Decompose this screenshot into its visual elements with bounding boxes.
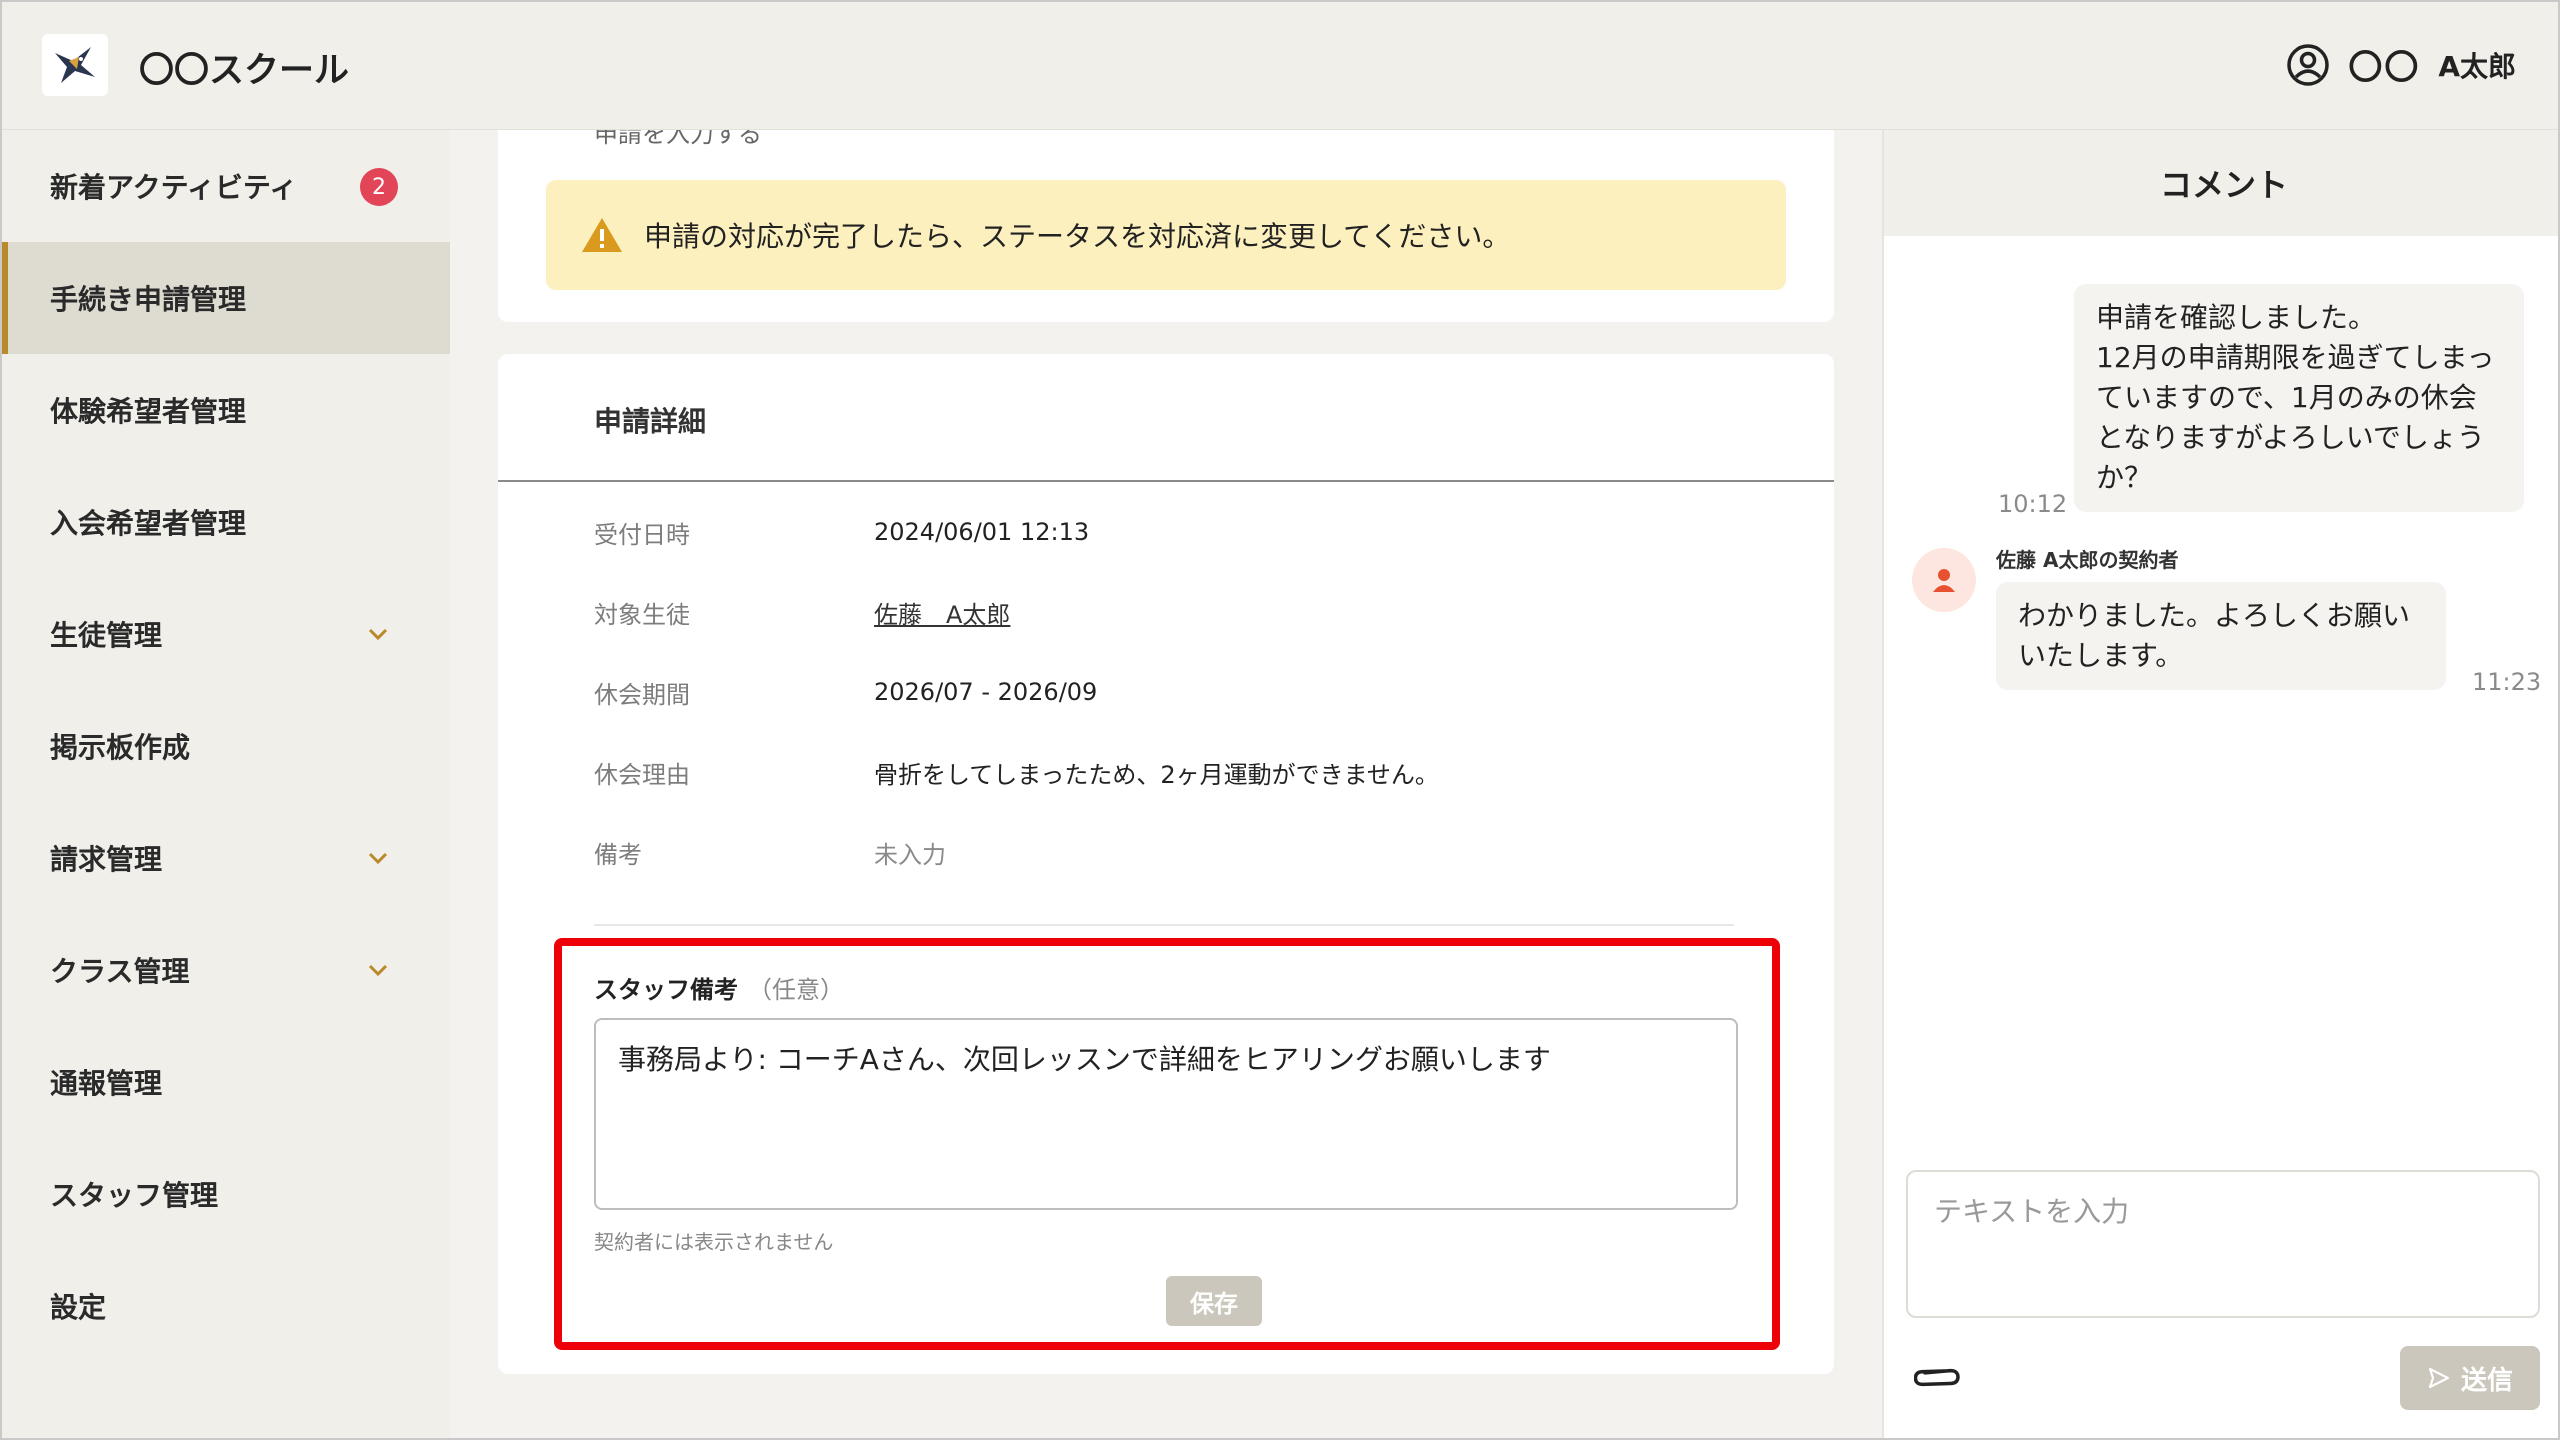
detail-label: 備考: [594, 840, 642, 869]
sidebar-item-staff[interactable]: スタッフ管理: [2, 1138, 450, 1250]
app-window: 〇〇スクール 〇〇 A太郎 新着アクティビティ 2 手続き申請管理 体験希望者管…: [0, 0, 2560, 1440]
sidebar-item-label: 通報管理: [50, 1067, 163, 1100]
sidebar-item-label: 体験希望者管理: [50, 395, 247, 428]
chevron-down-icon: [368, 628, 388, 641]
sidebar-item-label: 手続き申請管理: [50, 283, 247, 316]
message-bubble-own: 申請を確認しました。 12月の申請期限を過ぎてしまっていますので、1月のみの休会…: [2074, 284, 2524, 512]
detail-row: 備考 未入力: [594, 832, 1794, 872]
application-detail-card: 申請詳細 受付日時 2024/06/01 12:13 対象生徒 佐藤 A太郎 休…: [498, 354, 1834, 1374]
detail-value: 骨折をしてしまったため、2ヶ月運動ができません。: [874, 760, 1439, 789]
detail-row: 受付日時 2024/06/01 12:13: [594, 512, 1794, 552]
sidebar-item-board[interactable]: 掲示板作成: [2, 690, 450, 802]
detail-label: 受付日時: [594, 520, 690, 549]
comment-title: コメント: [1884, 130, 2558, 236]
sidebar-item-label: 設定: [50, 1291, 107, 1324]
comment-panel: コメント 申請を確認しました。 12月の申請期限を過ぎてしまっていますので、1月…: [1882, 130, 2558, 1438]
user-org: 〇〇: [2348, 48, 2421, 88]
sidebar-item-settings[interactable]: 設定: [2, 1250, 450, 1362]
warning-text: 申請の対応が完了したら、ステータスを対応済に変更してください。: [644, 220, 1511, 253]
sidebar-item-students[interactable]: 生徒管理: [2, 578, 450, 690]
sidebar-item-enrollment[interactable]: 入会希望者管理: [2, 466, 450, 578]
message-sender: 佐藤 A太郎の契約者: [1996, 548, 2179, 572]
detail-value: 2026/07 - 2026/09: [874, 678, 1098, 706]
sidebar-item-label: スタッフ管理: [50, 1179, 219, 1212]
detail-label: 休会期間: [594, 680, 690, 709]
avatar: [1912, 548, 1976, 612]
sidebar: 新着アクティビティ 2 手続き申請管理 体験希望者管理 入会希望者管理 生徒管理…: [2, 130, 450, 1438]
sidebar-item-classes[interactable]: クラス管理: [2, 914, 450, 1026]
sidebar-item-trial[interactable]: 体験希望者管理: [2, 354, 450, 466]
partial-heading: 申請を入力する: [594, 130, 762, 148]
divider: [594, 924, 1734, 926]
sidebar-item-label: 入会希望者管理: [50, 507, 247, 540]
send-icon: [2428, 1367, 2450, 1389]
sidebar-item-label: 掲示板作成: [50, 731, 191, 764]
notification-badge: 2: [360, 168, 398, 206]
highlight-box: [554, 938, 1780, 1350]
divider: [498, 480, 1834, 482]
sidebar-item-reports[interactable]: 通報管理: [2, 1026, 450, 1138]
warning-icon: [582, 218, 622, 252]
sidebar-item-label: 請求管理: [50, 843, 163, 876]
sidebar-item-label: クラス管理: [50, 955, 190, 988]
sidebar-item-activity[interactable]: 新着アクティビティ 2: [2, 130, 450, 242]
user-menu[interactable]: 〇〇 A太郎: [2286, 40, 2516, 89]
sidebar-item-label: 生徒管理: [50, 619, 163, 652]
detail-row: 対象生徒 佐藤 A太郎: [594, 592, 1794, 632]
top-header: 〇〇スクール 〇〇 A太郎: [2, 2, 2558, 130]
detail-value: 2024/06/01 12:13: [874, 518, 1090, 546]
detail-value: 未入力: [874, 840, 946, 869]
paperclip-icon[interactable]: [1914, 1352, 1962, 1400]
message-time: 10:12: [1998, 490, 2068, 518]
account-icon: [2287, 43, 2330, 86]
sidebar-item-billing[interactable]: 請求管理: [2, 802, 450, 914]
sidebar-item-label: 新着アクティビティ: [50, 171, 298, 204]
detail-row: 休会期間 2026/07 - 2026/09: [594, 672, 1794, 712]
app-title: 〇〇スクール: [139, 51, 350, 91]
warning-banner: 申請の対応が完了したら、ステータスを対応済に変更してください。: [546, 180, 1786, 290]
student-link[interactable]: 佐藤 A太郎: [874, 595, 1010, 630]
chevron-down-icon: [368, 964, 388, 977]
message-bubble-other: わかりました。よろしくお願いいたします。: [1996, 582, 2446, 690]
sidebar-item-applications[interactable]: 手続き申請管理: [2, 242, 450, 354]
send-label: 送信: [2460, 1364, 2513, 1395]
user-name: A太郎: [2438, 49, 2516, 83]
send-button[interactable]: 送信: [2400, 1346, 2540, 1410]
detail-label: 休会理由: [594, 760, 690, 789]
message-time: 11:23: [2472, 668, 2542, 696]
person-icon: [1933, 569, 1955, 592]
chevron-down-icon: [368, 852, 388, 865]
school-logo[interactable]: [42, 34, 108, 96]
detail-label: 対象生徒: [594, 600, 690, 629]
status-card: 申請を入力する 申請の対応が完了したら、ステータスを対応済に変更してください。: [498, 130, 1834, 322]
main-content[interactable]: 申請を入力する 申請の対応が完了したら、ステータスを対応済に変更してください。 …: [450, 130, 1882, 1438]
detail-title: 申請詳細: [594, 405, 707, 438]
detail-row: 休会理由 骨折をしてしまったため、2ヶ月運動ができません。: [594, 752, 1794, 792]
comment-input[interactable]: テキストを入力: [1906, 1170, 2540, 1318]
